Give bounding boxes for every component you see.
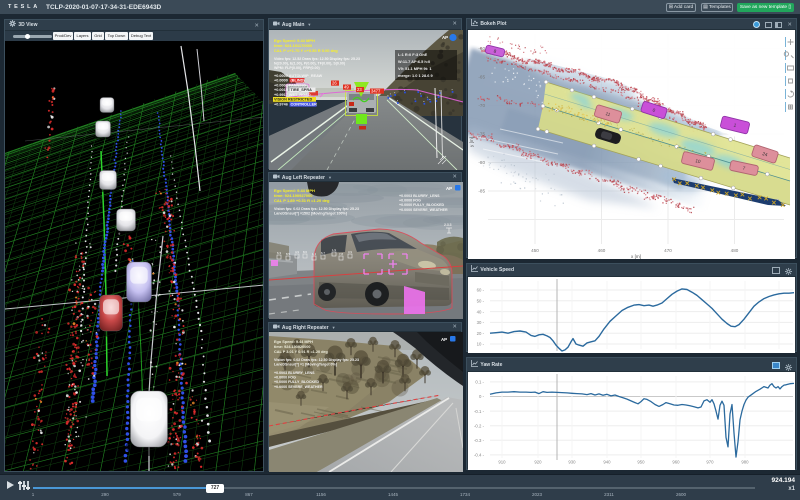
svg-text:50 -: 50 - <box>477 299 485 304</box>
svg-text:-65: -65 <box>478 75 485 80</box>
svg-text:23: 23 <box>357 87 362 92</box>
svg-text:920: 920 <box>534 460 542 465</box>
svg-text:940: 940 <box>603 460 611 465</box>
svg-text:Vision fps: 0.02 Draw fps: 12.: Vision fps: 0.02 Draw fps: 12.50 Display… <box>274 358 359 362</box>
svg-text:20 -: 20 - <box>477 331 485 336</box>
svg-text:+0.0003 BLURRY_LENS: +0.0003 BLURRY_LENS <box>399 194 440 198</box>
svg-text:3477: 3477 <box>371 89 381 94</box>
svg-text:8.5: 8.5 <box>286 252 290 256</box>
svg-text:-70: -70 <box>478 103 485 108</box>
svg-text:LaneDSnsur[*] =1 [MovingTarget: LaneDSnsur[*] =1 [MovingTarget 0%] <box>274 363 337 367</box>
svg-text:+0.0003 BLURRY_LENS: +0.0003 BLURRY_LENS <box>274 371 315 375</box>
svg-text:-75: -75 <box>478 132 485 137</box>
svg-text:930: 930 <box>568 460 576 465</box>
svg-text:980: 980 <box>741 460 749 465</box>
svg-text:450: 450 <box>531 248 539 253</box>
svg-text:V9: 51.1 MPH 9t: 1: V9: 51.1 MPH 9t: 1 <box>398 66 432 71</box>
svg-text:0.1 -: 0.1 - <box>475 380 484 385</box>
svg-text:AP: AP <box>442 35 448 40</box>
svg-text:time: 924.190920000: time: 924.190920000 <box>274 345 311 349</box>
svg-text:1.4: 1.4 <box>312 252 316 256</box>
svg-text:N(20.00), E(1.00), P(0.00), TF: N(20.00), E(1.00), P(0.00), TF(0.00), S(… <box>274 62 346 66</box>
svg-text:-80: -80 <box>478 160 485 165</box>
svg-text:3.9: 3.9 <box>348 250 352 254</box>
svg-text:+0.9746: +0.9746 <box>274 102 288 106</box>
svg-text:960: 960 <box>672 460 680 465</box>
svg-text:+0.0000 FULLY_BLOCKED: +0.0000 FULLY_BLOCKED <box>274 380 320 384</box>
svg-text:Vision fps: 0.02 Draw fps: 12.: Vision fps: 0.02 Draw fps: 12.50 Display… <box>274 207 359 211</box>
svg-text:WPM: FLP(0.00), FRP(0.00): WPM: FLP(0.00), FRP(0.00) <box>274 66 321 70</box>
svg-text:+0.9917 WET_ROAD: +0.9917 WET_ROAD <box>274 93 311 97</box>
svg-text:910: 910 <box>498 460 506 465</box>
svg-text:CAL P =+1.70 Y =+0.50 R 0.00 d: CAL P =+1.70 Y =+0.50 R 0.00 deg <box>274 48 338 53</box>
svg-text:60 -: 60 - <box>477 288 485 293</box>
svg-text:+0.0000 FOG: +0.0000 FOG <box>399 199 421 203</box>
svg-text:W:11.7 AP:6.5 h:0: W:11.7 AP:6.5 h:0 <box>398 59 430 64</box>
svg-text:Ego Speed: 9.44 MPH: Ego Speed: 9.44 MPH <box>274 340 313 344</box>
svg-text:+0.0000 FOG: +0.0000 FOG <box>274 376 296 380</box>
svg-text:40 -: 40 - <box>477 309 485 314</box>
svg-text:480: 480 <box>731 248 739 253</box>
svg-text:LaneDSnsur[*] =1502 [MovingTar: LaneDSnsur[*] =1502 [MovingTarget 100%] <box>274 212 347 216</box>
svg-text:49: 49 <box>344 85 349 90</box>
svg-text:2.3.3: 2.3.3 <box>444 223 452 227</box>
svg-text:10 -: 10 - <box>477 342 485 347</box>
svg-text:+0.0000 FULLY_BLOCKED: +0.0000 FULLY_BLOCKED <box>399 203 445 207</box>
svg-text:Video fps: 12.52 Draw fps: 1: Video fps: 12.52 Draw fps: 12.50 Display… <box>274 57 360 61</box>
svg-text:1.9: 1.9 <box>332 248 336 252</box>
svg-text:30 -: 30 - <box>477 320 485 325</box>
svg-text:4.9: 4.9 <box>295 250 299 254</box>
svg-text:-0.3 -: -0.3 - <box>474 438 485 443</box>
svg-text:7.8: 7.8 <box>339 252 343 256</box>
svg-text:470: 470 <box>664 248 672 253</box>
svg-text:-0.2 -: -0.2 - <box>474 423 485 428</box>
svg-text:-0.4 -: -0.4 - <box>474 453 485 458</box>
svg-text:6.7: 6.7 <box>321 251 325 255</box>
svg-text:y [m]: y [m] <box>469 137 474 147</box>
svg-text:(BLIND): (BLIND) <box>291 79 306 83</box>
svg-text:6.3: 6.3 <box>277 251 281 255</box>
svg-text:970: 970 <box>706 460 714 465</box>
svg-text:AP: AP <box>446 186 452 191</box>
svg-text:CONTROLLER: CONTROLLER <box>291 102 318 106</box>
svg-text:VISION RESTRICTED: VISION RESTRICTED <box>274 98 312 102</box>
svg-text:+0.0000 SEVERE_WEATHER: +0.0000 SEVERE_WEATHER <box>399 208 448 212</box>
svg-text:-0.1 -: -0.1 - <box>474 409 485 414</box>
svg-text:CAL P 3.01 Y 0.91 R =1.20 deg: CAL P 3.01 Y 0.91 R =1.20 deg <box>274 350 329 354</box>
svg-text:+0.0000 SEVERE_WEATHER: +0.0000 SEVERE_WEATHER <box>274 385 323 389</box>
svg-text:AP: AP <box>441 337 447 342</box>
svg-text:+0.0000: +0.0000 <box>274 79 288 83</box>
svg-text:TIRE_SPRA: TIRE_SPRA <box>291 88 313 92</box>
svg-text:+0.0015: +0.0015 <box>274 88 288 92</box>
svg-text:460: 460 <box>598 248 606 253</box>
svg-text:26: 26 <box>332 81 337 86</box>
svg-text:L:1 R:0 F:3 OhE: L:1 R:0 F:3 OhE <box>398 52 428 57</box>
svg-text:x [m]: x [m] <box>631 254 641 259</box>
svg-text:+0.0002 FANNING: +0.0002 FANNING <box>274 83 306 87</box>
svg-text:8.6: 8.6 <box>303 250 307 254</box>
svg-text:CAL P 1.89 +0.31 R =1.20 deg: CAL P 1.89 +0.31 R =1.20 deg <box>274 198 330 203</box>
svg-text:950: 950 <box>637 460 645 465</box>
svg-text:+0.0000 AUTOLWIP_REAW: +0.0000 AUTOLWIP_REAW <box>274 74 323 78</box>
svg-text:0 -: 0 - <box>479 394 485 399</box>
svg-text:merge: 1.0 1 28.6 9: merge: 1.0 1 28.6 9 <box>398 73 433 78</box>
svg-text:-85: -85 <box>478 189 485 194</box>
svg-text:-60: -60 <box>478 46 485 51</box>
